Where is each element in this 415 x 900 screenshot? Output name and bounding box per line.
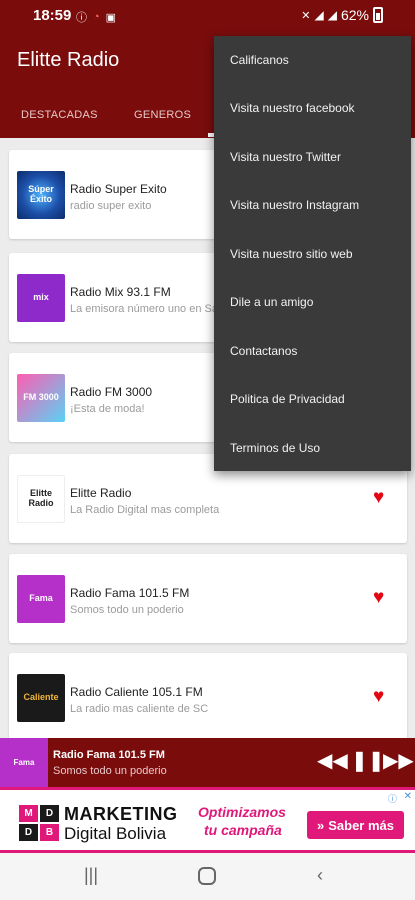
wifi-icon: ◔ — [93, 11, 100, 23]
ad-close-icon[interactable]: ✕ — [404, 791, 412, 802]
station-logo: Súper Éxito — [17, 171, 65, 219]
player-station-name: Radio Fama 101.5 FM — [53, 749, 165, 761]
system-nav-bar: ||| ‹ — [0, 853, 415, 900]
rewind-icon[interactable]: ◀◀ — [317, 751, 348, 771]
player-thumbnail: Fama — [0, 738, 48, 787]
station-logo: Caliente — [17, 674, 65, 722]
ad-logo-letter: D — [19, 824, 38, 841]
mute-icon: ✕ — [301, 9, 311, 22]
station-description: La Radio Digital mas completa — [70, 504, 220, 516]
ad-info-icon[interactable]: ⓘ — [388, 792, 397, 805]
station-description: La radio mas caliente de SC — [70, 703, 209, 715]
circle-i-icon: ⓘ — [76, 12, 87, 24]
station-name: Elitte Radio — [70, 486, 132, 500]
clock: 18:59 — [33, 7, 72, 24]
ad-brand-line1: MARKETING — [64, 804, 178, 824]
station-name: Radio Fama 101.5 FM — [70, 586, 190, 600]
menu-item-terms[interactable]: Terminos de Uso — [230, 441, 320, 455]
ad-tagline1: Optimizamos — [198, 804, 286, 820]
station-card[interactable]: Caliente Radio Caliente 105.1 FM La radi… — [9, 653, 407, 738]
station-card[interactable]: Fama Radio Fama 101.5 FM Somos todo un p… — [9, 554, 407, 643]
tab-destacadas[interactable]: DESTACADAS — [21, 109, 98, 121]
station-name: Radio Caliente 105.1 FM — [70, 685, 203, 699]
mini-player[interactable]: Fama Radio Fama 101.5 FM Somos todo un p… — [0, 738, 415, 787]
station-logo: Fama — [17, 575, 65, 623]
station-description: ¡Esta de moda! — [70, 403, 145, 415]
ad-logo: M D D B — [19, 805, 59, 841]
ad-banner[interactable]: M D D B MARKETING Digital Bolivia Optimi… — [0, 787, 415, 853]
app-title: Elitte Radio — [17, 49, 120, 71]
battery-percent: 62% — [340, 7, 369, 23]
signal-icon: ◢ — [314, 8, 324, 22]
pause-icon[interactable]: ❚❚ — [351, 751, 385, 771]
station-logo: mix — [17, 274, 65, 322]
player-station-description: Somos todo un poderio — [53, 765, 167, 777]
menu-item-instagram[interactable]: Visita nuestro Instagram — [230, 198, 359, 212]
ad-logo-letter: B — [40, 824, 59, 841]
menu-item-share[interactable]: Dile a un amigo — [230, 295, 313, 309]
fast-forward-icon[interactable]: ▶▶ — [383, 751, 414, 771]
double-chevron-icon: » — [317, 817, 325, 833]
image-icon: ▣ — [105, 11, 117, 24]
ad-cta-button[interactable]: » Saber más — [307, 811, 404, 839]
favorite-heart-icon[interactable]: ♥ — [373, 588, 384, 607]
overflow-menu: Calificanos Visita nuestro facebook Visi… — [214, 36, 411, 471]
recent-apps-icon[interactable]: ||| — [84, 866, 98, 884]
menu-item-contact[interactable]: Contactanos — [230, 344, 297, 358]
ad-logo-letter: M — [19, 805, 38, 822]
station-logo: FM 3000 — [17, 374, 65, 422]
system-icons: ✕ ◢ ◢ 62% — [301, 7, 383, 23]
station-name: Radio Mix 93.1 FM — [70, 285, 171, 299]
tab-generos[interactable]: GENEROS — [134, 109, 191, 121]
station-description: radio super exito — [70, 200, 152, 212]
battery-icon — [373, 7, 383, 23]
favorite-heart-icon[interactable]: ♥ — [373, 687, 384, 706]
station-name: Radio Super Exito — [70, 182, 167, 196]
ad-tagline2: tu campaña — [204, 822, 282, 838]
notification-icons: ⓘ ◔ ▣ — [76, 9, 116, 25]
menu-item-twitter[interactable]: Visita nuestro Twitter — [230, 150, 341, 164]
station-description: Somos todo un poderio — [70, 604, 184, 616]
station-logo: Elitte Radio — [17, 475, 65, 523]
menu-item-privacy[interactable]: Politica de Privacidad — [230, 392, 345, 406]
status-bar: 18:59 ⓘ ◔ ▣ ✕ ◢ ◢ 62% — [0, 0, 415, 32]
menu-item-website[interactable]: Visita nuestro sitio web — [230, 247, 353, 261]
station-name: Radio FM 3000 — [70, 385, 153, 399]
favorite-heart-icon[interactable]: ♥ — [373, 488, 384, 507]
signal-bars-icon: ◢ — [327, 8, 337, 22]
back-icon[interactable]: ‹ — [317, 866, 323, 884]
ad-logo-letter: D — [40, 805, 59, 822]
ad-brand-line2: Digital Bolivia — [64, 824, 167, 843]
station-description: La emisora número uno en Sa — [70, 303, 218, 315]
home-icon[interactable] — [198, 867, 216, 885]
ad-cta-label: Saber más — [328, 817, 394, 833]
menu-item-calificanos[interactable]: Calificanos — [230, 53, 289, 67]
menu-item-facebook[interactable]: Visita nuestro facebook — [230, 101, 355, 115]
